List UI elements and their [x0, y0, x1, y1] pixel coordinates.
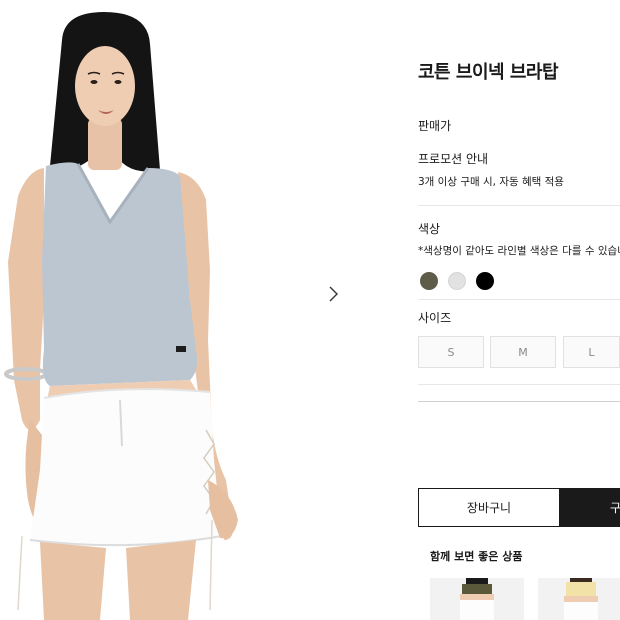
color-label: 색상: [418, 222, 441, 236]
size-option-m[interactable]: M: [490, 336, 556, 368]
product-title: 코튼 브이넥 브라탑: [418, 62, 559, 83]
chevron-right-icon: [329, 286, 338, 302]
color-swatch-khaki[interactable]: [420, 272, 438, 290]
recommendations-title: 함께 보면 좋은 상품: [430, 550, 523, 563]
size-label: 사이즈: [418, 311, 452, 325]
price-label: 판매가: [418, 119, 452, 133]
divider: [418, 299, 620, 300]
recommended-product-image: [564, 578, 598, 620]
recommended-product-card[interactable]: [538, 578, 620, 620]
size-option-l[interactable]: L: [563, 336, 620, 368]
divider: [418, 384, 620, 385]
promotion-label: 프로모션 안내: [418, 152, 489, 166]
color-note: *색상명이 같아도 라인별 색상은 다를 수 있습니다: [418, 245, 620, 257]
model-photo: [4, 12, 238, 620]
size-option-s[interactable]: S: [418, 336, 484, 368]
next-image-button[interactable]: [322, 283, 344, 305]
buy-now-button[interactable]: 구: [560, 488, 620, 527]
recommended-product-image: [460, 578, 494, 620]
product-image: [0, 0, 300, 620]
add-to-cart-button[interactable]: 장바구니: [418, 488, 560, 527]
product-info-panel: 코튼 브이넥 브라탑 판매가 프로모션 안내 3개 이상 구매 시, 자동 혜택…: [418, 0, 620, 620]
divider: [418, 205, 620, 206]
divider: [418, 401, 620, 402]
recommended-product-card[interactable]: [430, 578, 524, 620]
promotion-text: 3개 이상 구매 시, 자동 혜택 적용: [418, 176, 564, 188]
color-swatch-light-gray[interactable]: [448, 272, 466, 290]
color-swatch-black[interactable]: [476, 272, 494, 290]
